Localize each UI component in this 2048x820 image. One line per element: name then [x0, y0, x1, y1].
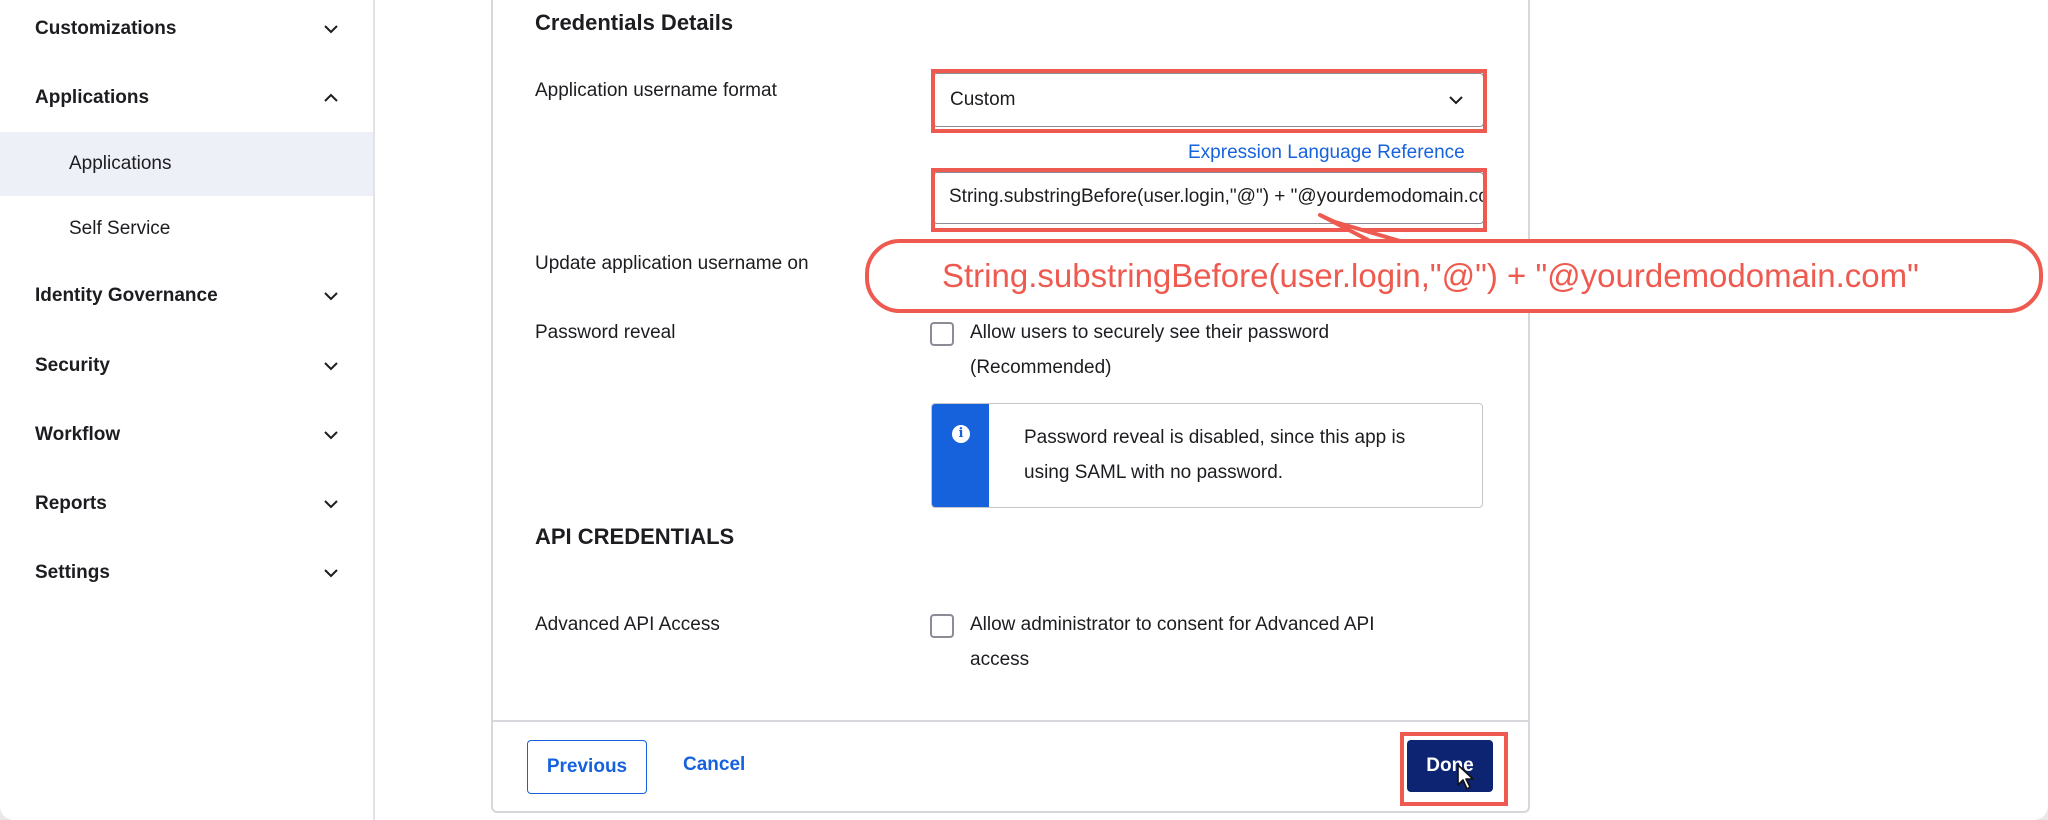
sidebar-section-label: Reports — [35, 493, 107, 514]
api-credentials-heading: API CREDENTIALS — [535, 524, 735, 549]
sidebar-section-label: Identity Governance — [35, 285, 218, 306]
sidebar-section-label: Workflow — [35, 424, 121, 445]
password-reveal-info-callout: i Password reveal is disabled, since thi… — [931, 403, 1483, 508]
password-reveal-info-message: Password reveal is disabled, since this … — [1024, 427, 1406, 483]
done-button[interactable]: Done — [1407, 740, 1493, 792]
sidebar-section-label: Customizations — [35, 18, 177, 39]
footer-divider — [491, 720, 1528, 722]
sidebar-section-label: Security — [35, 355, 110, 376]
password-reveal-checkbox-label: Allow users to securely see their passwo… — [970, 322, 1330, 378]
sidebar-item-label: Self Service — [69, 218, 171, 239]
sidebar-section-customizations[interactable]: Customizations — [0, 3, 373, 55]
sidebar-section-reports[interactable]: Reports — [0, 478, 373, 530]
password-reveal-label: Password reveal — [535, 322, 676, 343]
sidebar-section-label: Applications — [35, 87, 150, 108]
cancel-button[interactable]: Cancel — [683, 754, 745, 776]
sidebar-section-identity-governance[interactable]: Identity Governance — [0, 270, 373, 322]
info-icon: i — [952, 425, 970, 443]
annotation-text: String.substringBefore(user.login,"@") +… — [942, 257, 1919, 294]
expression-annotation-callout: String.substringBefore(user.login,"@") +… — [865, 239, 2043, 313]
update-username-on-label: Update application username on — [535, 253, 809, 274]
chevron-up-icon — [324, 93, 338, 102]
sidebar-section-settings[interactable]: Settings — [0, 547, 373, 599]
custom-expression-input[interactable]: String.substringBefore(user.login,"@") +… — [933, 172, 1484, 224]
chevron-down-icon — [324, 431, 338, 440]
mouse-cursor-icon — [1457, 764, 1474, 790]
sidebar-section-applications[interactable]: Applications — [0, 72, 373, 124]
chevron-down-icon — [324, 292, 338, 301]
password-reveal-checkbox[interactable] — [930, 322, 954, 346]
app-page: Customizations Applications Applications… — [0, 0, 2048, 820]
sidebar-item-applications[interactable]: Applications — [0, 132, 373, 196]
chevron-down-icon — [324, 362, 338, 371]
previous-button[interactable]: Previous — [527, 740, 647, 794]
sidebar-nav: Customizations Applications Applications… — [0, 0, 375, 820]
advanced-api-access-checkbox[interactable] — [930, 614, 954, 638]
username-format-select[interactable]: Custom — [933, 73, 1484, 127]
username-format-label: Application username format — [535, 80, 777, 101]
advanced-api-access-checkbox-label: Allow administrator to consent for Advan… — [970, 614, 1375, 670]
chevron-down-icon — [324, 569, 338, 578]
username-format-value: Custom — [950, 89, 1016, 110]
custom-expression-value: String.substringBefore(user.login,"@") +… — [949, 186, 1484, 207]
sidebar-section-workflow[interactable]: Workflow — [0, 409, 373, 461]
expression-language-reference-link[interactable]: Expression Language Reference — [1188, 142, 1465, 164]
callout-stripe — [932, 404, 989, 507]
chevron-down-icon — [1449, 96, 1463, 105]
chevron-down-icon — [324, 25, 338, 34]
sidebar-item-label: Applications — [69, 153, 172, 174]
sidebar-section-label: Settings — [35, 562, 110, 583]
advanced-api-access-label: Advanced API Access — [535, 614, 720, 635]
credentials-details-heading: Credentials Details — [535, 10, 734, 35]
sidebar-item-self-service[interactable]: Self Service — [0, 197, 373, 261]
chevron-down-icon — [324, 500, 338, 509]
sidebar-section-security[interactable]: Security — [0, 340, 373, 392]
